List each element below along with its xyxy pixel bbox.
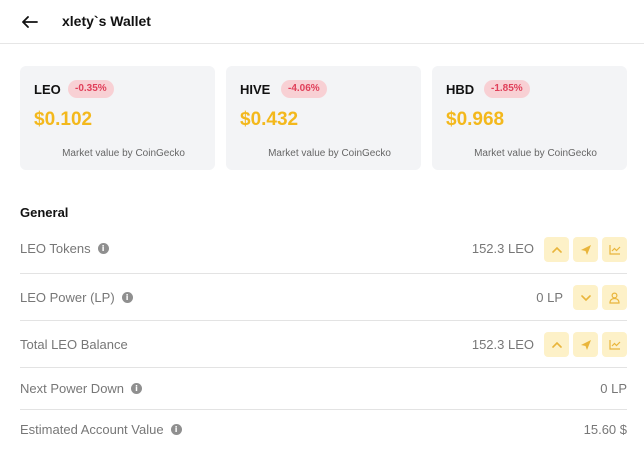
token-cards: LEO -0.35% $0.102 Market value by CoinGe…	[20, 66, 628, 170]
info-icon[interactable]: i	[97, 243, 109, 254]
token-card-leo: LEO -0.35% $0.102 Market value by CoinGe…	[20, 66, 215, 170]
divider	[20, 409, 627, 410]
row-label: Estimated Account Value	[20, 422, 164, 437]
delegate-button[interactable]	[602, 285, 627, 310]
token-card-hbd: HBD -1.85% $0.968 Market value by CoinGe…	[432, 66, 627, 170]
token-price: $0.432	[240, 109, 299, 130]
row-next-power-down: Next Power Down i 0 LP	[20, 378, 627, 400]
chart-icon	[608, 340, 620, 350]
row-label: Total LEO Balance	[20, 337, 128, 352]
market-source: Market value by CoinGecko	[268, 148, 391, 159]
row-total-leo-balance: Total LEO Balance 152.3 LEO	[20, 331, 627, 359]
power-up-button[interactable]	[544, 237, 569, 262]
row-leo-power: LEO Power (LP) i 0 LP	[20, 284, 627, 312]
row-label-wrap: Estimated Account Value i	[20, 422, 182, 437]
chart-icon	[608, 245, 620, 255]
market-source: Market value by CoinGecko	[474, 148, 597, 159]
info-icon[interactable]: i	[131, 383, 143, 394]
back-button[interactable]	[18, 12, 42, 32]
chevron-up-icon	[551, 246, 562, 253]
info-icon[interactable]: i	[170, 424, 182, 435]
chevron-down-icon	[580, 294, 591, 301]
user-icon	[609, 291, 620, 304]
price-change-badge: -0.35%	[68, 80, 114, 98]
price-change-badge: -4.06%	[281, 80, 327, 98]
chart-button[interactable]	[602, 332, 627, 357]
row-value: 152.3 LEO	[471, 241, 534, 256]
row-label-wrap: Total LEO Balance	[20, 337, 128, 352]
arrow-left-icon	[22, 16, 38, 28]
row-value: 0 LP	[536, 290, 563, 305]
chevron-up-icon	[551, 341, 562, 348]
section-title-general: General	[20, 205, 69, 220]
row-value: 0 LP	[600, 381, 627, 396]
row-label: LEO Power (LP)	[20, 290, 115, 305]
row-estimated-account-value: Estimated Account Value i 15.60 $	[20, 419, 627, 441]
token-symbol: HIVE	[240, 82, 271, 97]
market-source: Market value by CoinGecko	[62, 148, 185, 159]
token-symbol: LEO	[34, 82, 61, 97]
token-price: $0.968	[446, 109, 505, 130]
price-change-badge: -1.85%	[484, 80, 530, 98]
token-price: $0.102	[34, 109, 93, 130]
token-card-hive: HIVE -4.06% $0.432 Market value by CoinG…	[226, 66, 421, 170]
row-label: Next Power Down	[20, 381, 125, 396]
page-title: xlety`s Wallet	[62, 13, 151, 29]
divider	[20, 273, 627, 274]
divider	[20, 367, 627, 368]
row-label-wrap: LEO Power (LP) i	[20, 290, 133, 305]
send-button[interactable]	[573, 332, 598, 357]
power-down-button[interactable]	[573, 285, 598, 310]
power-up-button[interactable]	[544, 332, 569, 357]
info-icon[interactable]: i	[121, 292, 133, 303]
row-label: LEO Tokens	[20, 241, 91, 256]
send-icon	[580, 244, 591, 255]
divider	[20, 320, 627, 321]
row-value: 152.3 LEO	[471, 337, 534, 352]
send-button[interactable]	[573, 237, 598, 262]
row-value: 15.60 $	[583, 422, 627, 437]
row-label-wrap: Next Power Down i	[20, 381, 143, 396]
row-leo-tokens: LEO Tokens i 152.3 LEO	[20, 236, 627, 264]
header: xlety`s Wallet	[0, 0, 644, 44]
row-label-wrap: LEO Tokens i	[20, 241, 109, 256]
send-icon	[580, 339, 591, 350]
chart-button[interactable]	[602, 237, 627, 262]
token-symbol: HBD	[446, 82, 475, 97]
